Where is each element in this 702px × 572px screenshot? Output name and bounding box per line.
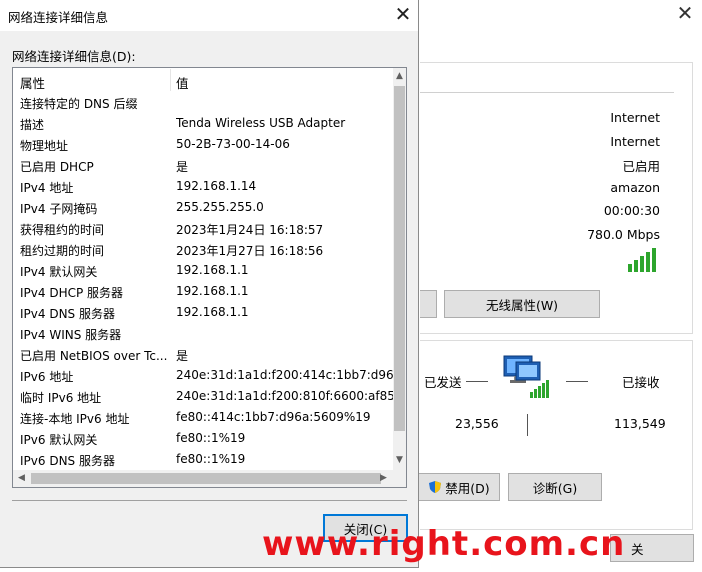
property-cell: IPv4 地址	[20, 181, 74, 195]
table-row[interactable]: IPv6 地址 240e:31d:1a1d:f200:414c:1bb7:d96a…	[13, 365, 393, 386]
property-cell: IPv6 地址	[20, 370, 74, 384]
value-cell: 2023年1月24日 16:18:57	[176, 223, 324, 237]
table-row[interactable]: 物理地址 50-2B-73-00-14-06	[13, 134, 393, 155]
property-cell: IPv6 默认网关	[20, 433, 98, 447]
dash	[566, 381, 588, 382]
table-row[interactable]: 临时 IPv6 地址 240e:31d:1a1d:f200:810f:6600:a…	[13, 386, 393, 407]
dialog-title: 网络连接详细信息	[8, 10, 109, 25]
media-state-value: 已启用	[622, 159, 660, 174]
activity-panel	[420, 340, 693, 530]
value-cell: 192.168.1.1	[176, 284, 249, 298]
property-cell: 已启用 NetBIOS over Tc...	[20, 349, 168, 363]
list-caption: 网络连接详细信息(D):	[12, 49, 136, 64]
value-cell: 50-2B-73-00-14-06	[176, 137, 290, 151]
value-cell: 192.168.1.1	[176, 263, 249, 277]
separator	[527, 414, 528, 436]
bg-close-icon[interactable]: ✕	[672, 2, 698, 26]
rows-container: 连接特定的 DNS 后缀 描述 Tenda Wireless USB Adapter…	[13, 92, 393, 470]
duration-value: 00:00:30	[603, 203, 660, 218]
value-cell: 240e:31d:1a1d:f200:810f:6600:af85:d7	[176, 389, 393, 403]
table-row[interactable]: IPv6 默认网关 fe80::1%19	[13, 428, 393, 449]
table-row[interactable]: 描述 Tenda Wireless USB Adapter	[13, 113, 393, 134]
property-cell: 连接-本地 IPv6 地址	[20, 412, 130, 426]
table-row[interactable]: 已启用 DHCP 是	[13, 155, 393, 176]
table-row[interactable]: 连接特定的 DNS 后缀	[13, 92, 393, 113]
value-cell: 240e:31d:1a1d:f200:414c:1bb7:d96a:5	[176, 368, 393, 382]
table-row[interactable]: IPv4 地址 192.168.1.14	[13, 176, 393, 197]
scroll-up-icon[interactable]: ▲	[393, 71, 406, 81]
property-cell: 连接特定的 DNS 后缀	[20, 97, 138, 111]
received-label: 已接收	[622, 375, 660, 390]
vertical-scroll-thumb[interactable]	[394, 86, 405, 431]
value-cell: fe80::1%19	[176, 431, 246, 445]
sent-label: 已发送	[424, 375, 462, 390]
table-row[interactable]: IPv4 DHCP 服务器 192.168.1.1	[13, 281, 393, 302]
scroll-left-icon[interactable]: ◀	[15, 473, 28, 483]
divider	[420, 92, 674, 93]
scroll-down-icon[interactable]: ▼	[393, 455, 406, 465]
table-row[interactable]: IPv6 DNS 服务器 fe80::1%19	[13, 449, 393, 470]
speed-value: 780.0 Mbps	[587, 227, 660, 242]
property-cell: 描述	[20, 118, 45, 132]
property-cell: 临时 IPv6 地址	[20, 391, 102, 405]
scroll-corner	[393, 470, 406, 487]
value-cell: fe80::414c:1bb7:d96a:5609%19	[176, 410, 371, 424]
property-cell: IPv4 DHCP 服务器	[20, 286, 124, 300]
wireless-properties-button[interactable]: 无线属性(W)	[444, 290, 600, 318]
property-cell: 物理地址	[20, 139, 69, 153]
table-row[interactable]: IPv4 默认网关 192.168.1.1	[13, 260, 393, 281]
value-cell: fe80::1%19	[176, 452, 246, 466]
table-row[interactable]: IPv4 WINS 服务器	[13, 323, 393, 344]
ipv4-connectivity-value: Internet	[610, 110, 660, 125]
title-bar: 网络连接详细信息 ✕	[0, 0, 418, 31]
list-header: 属性 值	[13, 68, 393, 92]
property-cell: 租约过期的时间	[20, 244, 105, 258]
table-row[interactable]: 已启用 NetBIOS over Tc... 是	[13, 344, 393, 365]
value-cell: 是	[176, 160, 189, 174]
signal-strength-icon	[626, 246, 660, 272]
property-cell: IPv4 默认网关	[20, 265, 98, 279]
bytes-received-value: 113,549	[614, 416, 666, 431]
scroll-right-icon[interactable]: ▶	[377, 473, 390, 483]
value-cell: Tenda Wireless USB Adapter	[176, 116, 346, 130]
property-cell: IPv4 WINS 服务器	[20, 328, 122, 342]
property-cell: IPv4 子网掩码	[20, 202, 98, 216]
column-header-property[interactable]: 属性	[20, 73, 45, 92]
property-cell: IPv4 DNS 服务器	[20, 307, 115, 321]
column-header-value[interactable]: 值	[176, 73, 189, 92]
column-separator[interactable]	[170, 69, 171, 91]
property-cell: 已启用 DHCP	[20, 160, 94, 174]
disable-button-label: 禁用(D)	[445, 480, 490, 496]
details-button-partial[interactable]	[420, 290, 437, 318]
divider	[12, 500, 407, 501]
value-cell: 192.168.1.14	[176, 179, 257, 193]
table-row[interactable]: 租约过期的时间 2023年1月27日 16:18:56	[13, 239, 393, 260]
value-cell: 是	[176, 349, 189, 363]
value-cell: 192.168.1.1	[176, 305, 249, 319]
dash	[466, 381, 488, 382]
bytes-sent-value: 23,556	[455, 416, 499, 431]
table-row[interactable]: IPv4 DNS 服务器 192.168.1.1	[13, 302, 393, 323]
diagnose-button[interactable]: 诊断(G)	[508, 473, 602, 501]
close-icon[interactable]: ✕	[390, 3, 416, 27]
table-row[interactable]: 获得租约的时间 2023年1月24日 16:18:57	[13, 218, 393, 239]
horizontal-scroll-thumb[interactable]	[31, 473, 381, 484]
shield-icon	[428, 480, 442, 494]
network-details-dialog: 网络连接详细信息 ✕ 网络连接详细信息(D): 属性 值 连接特定的 DNS 后…	[0, 0, 419, 568]
table-row[interactable]: IPv4 子网掩码 255.255.255.0	[13, 197, 393, 218]
details-list[interactable]: 属性 值 连接特定的 DNS 后缀 描述 Tenda Wireless USB Ad…	[12, 67, 407, 488]
table-row[interactable]: 连接-本地 IPv6 地址 fe80::414c:1bb7:d96a:5609%1…	[13, 407, 393, 428]
ipv6-connectivity-value: Internet	[610, 134, 660, 149]
property-cell: 获得租约的时间	[20, 223, 105, 237]
network-computer-icon	[502, 352, 550, 400]
watermark-text: www.right.com.cn	[262, 524, 626, 564]
value-cell: 255.255.255.0	[176, 200, 264, 214]
ssid-value: amazon	[610, 180, 660, 195]
property-cell: IPv6 DNS 服务器	[20, 454, 115, 468]
value-cell: 2023年1月27日 16:18:56	[176, 244, 324, 258]
disable-button[interactable]: 禁用(D)	[418, 473, 500, 501]
